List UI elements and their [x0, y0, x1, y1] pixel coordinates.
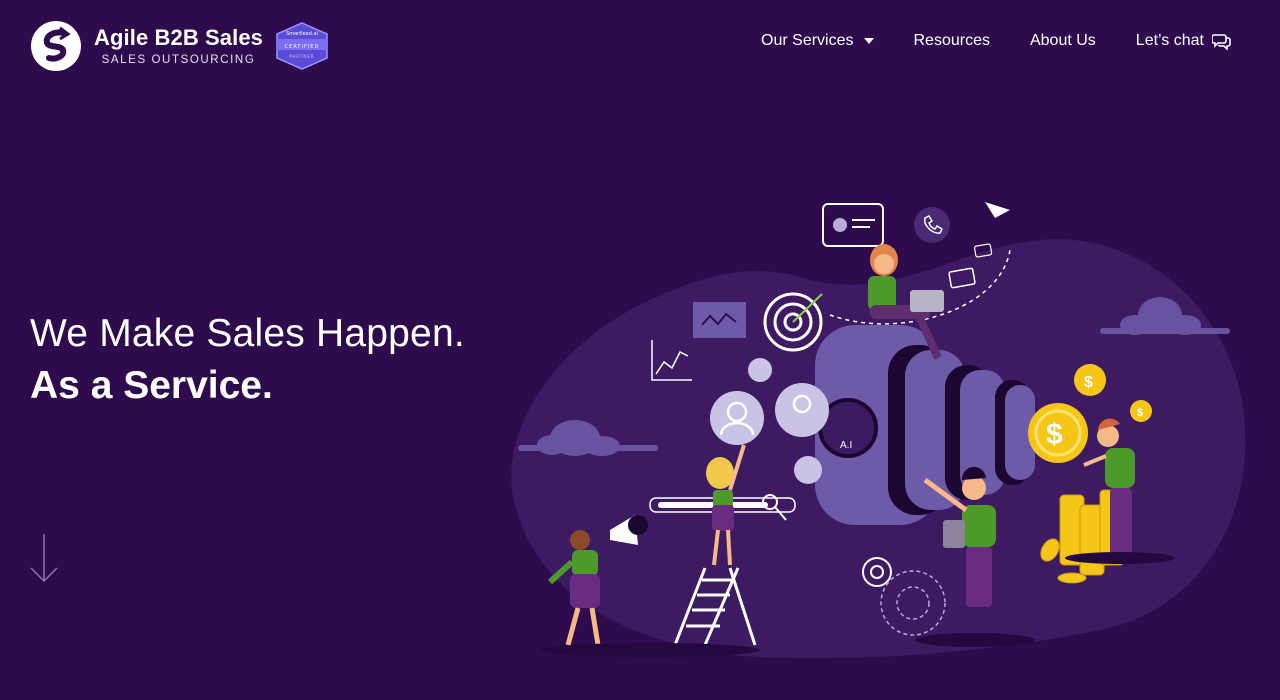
brand-tagline: SALES OUTSOURCING [101, 54, 256, 66]
user-avatar-icon-2 [775, 383, 829, 437]
nav-lets-chat[interactable]: Let’s chat [1136, 32, 1232, 50]
nav-lets-chat-label: Let’s chat [1135, 32, 1204, 49]
user-avatar-icon-4 [794, 456, 822, 484]
nav-resources-label: Resources [913, 32, 990, 49]
brand-name: Agile B2B Sales [94, 25, 264, 50]
contact-card-icon [822, 203, 884, 247]
svg-text:$: $ [1084, 374, 1093, 391]
paper-plane-icon [985, 202, 1010, 218]
dollar-coin-small-icon: $ [1074, 364, 1106, 396]
hero-illustration: A.I $ $ $ [511, 202, 1246, 659]
nav-our-services-label: Our Services [761, 32, 854, 49]
wave-card-icon [693, 302, 746, 338]
scroll-down-arrow-icon[interactable] [29, 533, 59, 583]
badge-label: CERTIFIED [284, 44, 320, 50]
nav-about-us[interactable]: About Us [1030, 32, 1096, 50]
site-logo[interactable]: Agile B2B Sales SALES OUTSOURCING [30, 20, 263, 72]
chat-bubbles-icon [1212, 34, 1231, 50]
logo-icon [31, 21, 81, 71]
logo-text: Agile B2B Sales SALES OUTSOURCING [94, 25, 263, 67]
user-avatar-icon [710, 391, 764, 445]
phone-icon [914, 207, 950, 243]
dollar-coin-tiny-icon: $ [1130, 400, 1152, 422]
site-header: Agile B2B Sales SALES OUTSOURCING Smartl… [0, 0, 1280, 90]
chevron-down-icon [863, 38, 874, 44]
badge-sub: PARTNER [289, 54, 315, 59]
hero-headline: We Make Sales Happen. [30, 312, 465, 355]
nav-about-us-label: About Us [1029, 32, 1096, 49]
ai-label: A.I [840, 440, 852, 451]
hero-subheadline: As a Service. [30, 364, 273, 407]
badge-brand: Smartlead.ai [286, 31, 318, 37]
dollar-coin-icon: $ [1028, 403, 1088, 463]
nav-our-services[interactable]: Our Services [761, 32, 874, 50]
nav-resources[interactable]: Resources [914, 32, 990, 50]
main-nav: Our Services Resources About Us Let’s ch… [761, 32, 1232, 50]
svg-text:$: $ [1137, 407, 1143, 419]
user-avatar-icon-3 [748, 358, 772, 382]
certified-partner-badge: Smartlead.ai CERTIFIED PARTNER [275, 22, 329, 70]
svg-text:$: $ [1046, 418, 1063, 451]
